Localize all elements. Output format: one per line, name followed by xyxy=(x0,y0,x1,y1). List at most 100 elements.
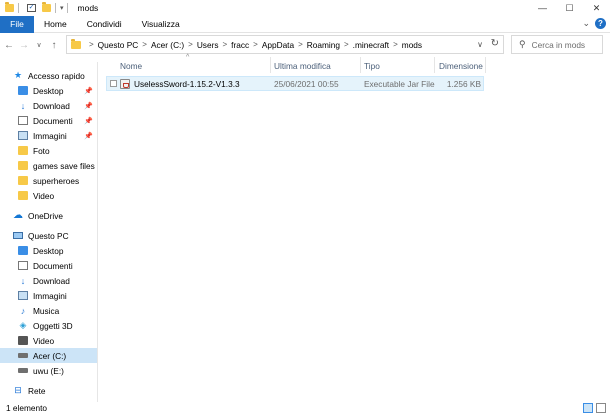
breadcrumb-separator: > xyxy=(89,40,94,49)
breadcrumb-separator[interactable]: > xyxy=(188,40,193,49)
sidebar-item-label: OneDrive xyxy=(28,210,64,221)
maximize-button[interactable]: ☐ xyxy=(556,0,583,16)
pictures-icon xyxy=(18,131,28,140)
back-button[interactable]: ← xyxy=(3,40,15,51)
help-icon[interactable]: ? xyxy=(595,18,606,29)
sidebar-item-superheroes[interactable]: superheroes xyxy=(18,173,79,188)
sidebar-item-documenti[interactable]: Documenti 📌 xyxy=(18,113,96,128)
column-divider[interactable] xyxy=(270,57,271,73)
sidebar-item-pc-documenti[interactable]: Documenti xyxy=(18,258,73,273)
breadcrumb-mods[interactable]: mods xyxy=(402,40,422,50)
desktop-icon xyxy=(18,86,28,95)
sidebar-item-pc-musica[interactable]: ♪ Musica xyxy=(18,303,60,318)
details-view-icon[interactable] xyxy=(583,403,593,413)
forward-button[interactable]: → xyxy=(18,40,30,51)
breadcrumb-acer-c[interactable]: Acer (C:) xyxy=(151,40,184,50)
sidebar-item-desktop[interactable]: Desktop 📌 xyxy=(18,83,96,98)
sidebar-item-onedrive[interactable]: ☁ OneDrive xyxy=(13,208,63,223)
sidebar-item-label: Desktop xyxy=(33,245,64,256)
row-checkbox[interactable] xyxy=(110,80,117,87)
sidebar-item-quick-access[interactable]: ★ Accesso rapido xyxy=(13,68,85,83)
quick-access-dropdown-icon[interactable]: ▾ xyxy=(60,4,64,12)
status-bar: 1 elemento xyxy=(0,401,610,415)
sidebar-item-pc-download[interactable]: ↓ Download xyxy=(18,273,70,288)
sidebar-item-label: Acer (C:) xyxy=(33,350,67,361)
breadcrumb-separator[interactable]: > xyxy=(142,40,147,49)
sidebar-item-video[interactable]: Video xyxy=(18,188,54,203)
minimize-button[interactable]: — xyxy=(529,0,556,16)
sidebar-item-pc-desktop[interactable]: Desktop xyxy=(18,243,63,258)
sidebar-item-label: Documenti xyxy=(33,115,73,126)
sidebar-item-foto[interactable]: Foto xyxy=(18,143,50,158)
tab-file[interactable]: File xyxy=(0,15,34,33)
breadcrumb-separator[interactable]: > xyxy=(344,40,349,49)
sidebar-item-immagini[interactable]: Immagini 📌 xyxy=(18,128,96,143)
new-folder-icon[interactable] xyxy=(42,2,51,12)
column-divider[interactable] xyxy=(360,57,361,73)
column-header-dimensione[interactable]: Dimensione xyxy=(439,57,485,74)
breadcrumb-separator[interactable]: > xyxy=(222,40,227,49)
sidebar-item-pc-video[interactable]: Video xyxy=(18,333,54,348)
search-input[interactable] xyxy=(531,39,602,50)
cube-3d-icon: ◈ xyxy=(19,320,27,330)
breadcrumb-questo-pc[interactable]: Questo PC xyxy=(98,40,139,50)
breadcrumb-users[interactable]: Users xyxy=(197,40,219,50)
up-button[interactable]: ↑ xyxy=(48,40,60,51)
column-divider[interactable] xyxy=(434,57,435,73)
ribbon-controls: ⌄ ? xyxy=(582,18,606,29)
breadcrumb-minecraft[interactable]: .minecraft xyxy=(353,40,389,50)
sidebar-item-acer-c[interactable]: Acer (C:) xyxy=(0,348,97,363)
window-title: mods xyxy=(77,3,99,13)
folder-icon xyxy=(18,146,28,155)
view-switcher xyxy=(583,403,606,413)
column-header-tipo[interactable]: Tipo xyxy=(364,57,434,74)
sidebar-item-label: Video xyxy=(33,190,55,201)
chevron-down-icon[interactable]: ⌄ xyxy=(582,18,590,29)
sidebar-item-label: Video xyxy=(33,335,55,346)
pin-icon: 📌 xyxy=(84,132,93,140)
item-count: 1 elemento xyxy=(6,403,48,413)
download-icon: ↓ xyxy=(20,275,26,286)
address-bar[interactable]: > Questo PC > Acer (C:) > Users > fracc … xyxy=(66,35,504,54)
sidebar-item-uwu-e[interactable]: uwu (E:) xyxy=(18,363,64,378)
breadcrumb-separator[interactable]: > xyxy=(253,40,258,49)
column-header-ultima-modifica[interactable]: Ultima modifica xyxy=(274,57,360,74)
sidebar-item-games-save-files[interactable]: games save files xyxy=(18,158,95,173)
close-button[interactable]: ✕ xyxy=(583,0,610,16)
breadcrumb-separator[interactable]: > xyxy=(298,40,303,49)
breadcrumb-appdata[interactable]: AppData xyxy=(262,40,294,50)
refresh-icon[interactable]: ↻ xyxy=(491,38,499,49)
sidebar-item-pc-oggetti-3d[interactable]: ◈ Oggetti 3D xyxy=(18,318,73,333)
navigation-pane: ★ Accesso rapido Desktop 📌 ↓ Download 📌 … xyxy=(0,62,98,402)
tab-visualizza[interactable]: Visualizza xyxy=(132,16,190,33)
sidebar-item-rete[interactable]: ⊟ Rete xyxy=(13,383,45,398)
drive-icon xyxy=(18,353,28,358)
breadcrumb-roaming[interactable]: Roaming xyxy=(307,40,340,50)
breadcrumb-separator[interactable]: > xyxy=(393,40,398,49)
large-icons-view-icon[interactable] xyxy=(596,403,606,413)
toolbar-divider xyxy=(66,3,68,13)
search-box[interactable]: ⚲ xyxy=(511,35,603,54)
desktop-icon xyxy=(18,246,28,255)
folder-icon xyxy=(18,161,28,170)
properties-check-icon[interactable]: ✓ xyxy=(27,4,36,12)
search-icon: ⚲ xyxy=(519,39,526,49)
sidebar-item-download[interactable]: ↓ Download 📌 xyxy=(18,98,96,113)
address-dropdown-icon[interactable]: ∨ xyxy=(477,40,483,49)
tab-home[interactable]: Home xyxy=(34,16,77,33)
sidebar-item-label: Download xyxy=(33,275,70,286)
sidebar-item-label: Immagini xyxy=(33,290,67,301)
column-header-nome[interactable]: Nome xyxy=(120,57,270,74)
sidebar-item-label: Questo PC xyxy=(28,230,69,241)
folder-icon xyxy=(18,176,28,185)
sidebar-item-questo-pc[interactable]: Questo PC xyxy=(13,228,69,243)
recent-locations-button[interactable]: ∨ xyxy=(33,41,45,49)
file-name[interactable]: UselessSword-1.15.2-V1.3.3 xyxy=(134,77,240,91)
sidebar-item-label: superheroes xyxy=(33,175,80,186)
breadcrumb-fracc[interactable]: fracc xyxy=(231,40,249,50)
folder-icon xyxy=(18,191,28,200)
sidebar-item-label: games save files xyxy=(33,160,95,171)
sidebar-item-pc-immagini[interactable]: Immagini xyxy=(18,288,67,303)
tab-condividi[interactable]: Condividi xyxy=(77,16,132,33)
column-divider[interactable] xyxy=(485,57,486,73)
